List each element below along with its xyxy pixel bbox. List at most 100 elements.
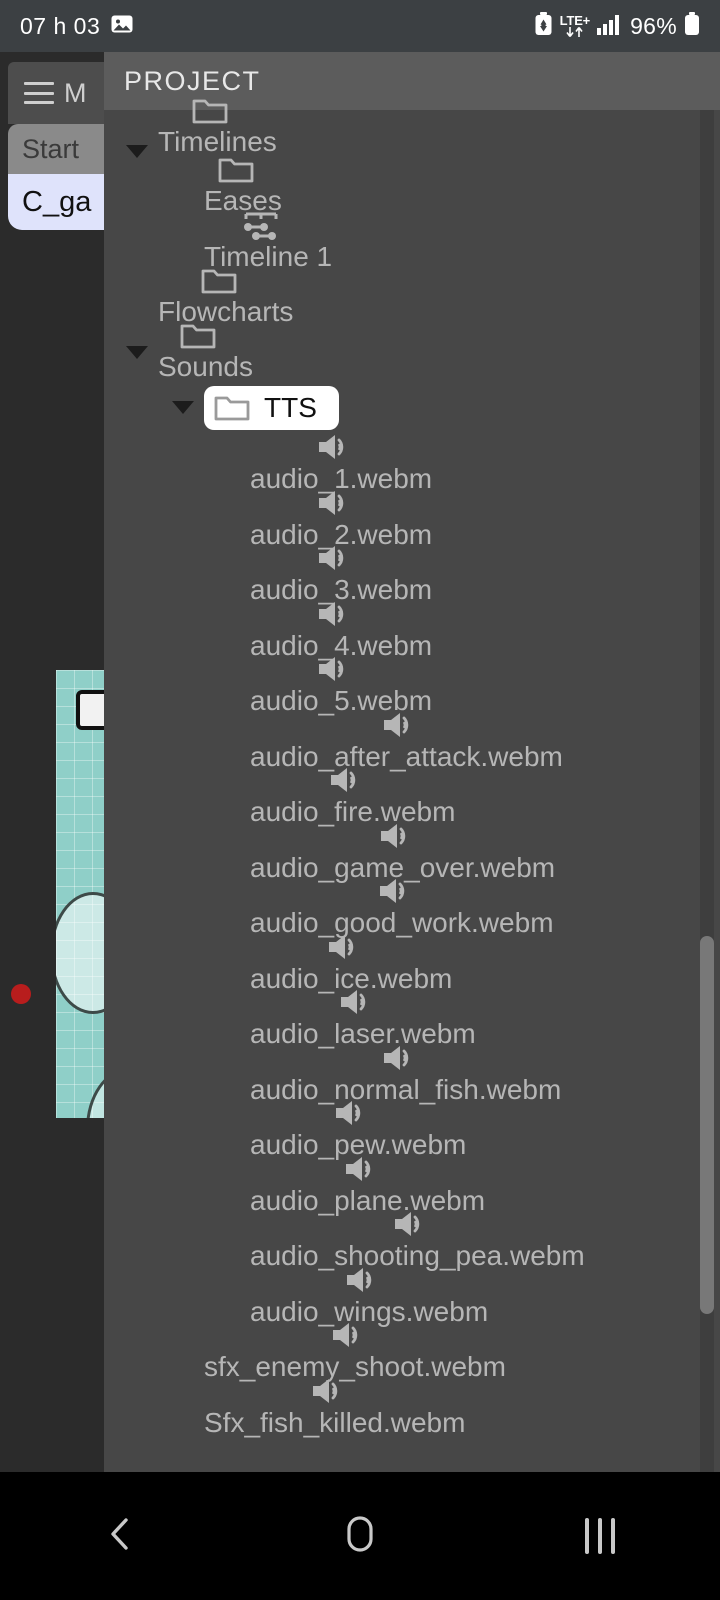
speaker-icon [204,1375,451,1407]
tree-item-content: audio_shooting_pea.webm [250,1208,585,1272]
status-bar: 07 h 03 LTE+ 96% [0,0,720,52]
hamburger-menu-icon[interactable] [24,82,54,104]
tree-item-content: audio_4.webm [250,598,432,662]
speaker-icon [250,487,418,519]
tree-item[interactable]: Timelines [104,99,700,158]
speaker-icon [250,764,441,796]
back-icon [103,1514,137,1559]
tree-item[interactable]: Timeline 1 [104,212,700,271]
speaker-icon [250,1264,474,1296]
tree-item-content: audio_5.webm [250,653,432,717]
tree-item[interactable]: audio_ice.webm [104,934,700,992]
tree-item-content: audio_plane.webm [250,1153,485,1217]
tree-item-content: audio_after_attack.webm [250,709,563,773]
canvas-preview[interactable] [56,670,104,1118]
tree-item-content: Flowcharts [158,266,293,328]
speaker-icon [250,820,541,852]
sticky-note-icon [76,690,104,730]
tab-start[interactable]: Start [8,124,104,174]
tree-item-content: audio_game_over.webm [250,820,555,884]
tree-item-content: audio_1.webm [250,431,432,495]
status-bar-left: 07 h 03 [20,12,134,41]
tree-item-content: Sfx_fish_killed.webm [204,1375,465,1439]
canvas-ellipse-2 [86,1068,104,1118]
screen: 07 h 03 LTE+ 96% M Start C_ga PROJECT Ti… [0,0,720,1600]
tree-item-content: Timeline 1 [204,209,332,273]
canvas-ellipse-1 [56,892,104,1014]
tree-item[interactable]: audio_laser.webm [104,990,700,1048]
tree-item-content: audio_3.webm [250,542,432,606]
tree-item-content: audio_pew.webm [250,1097,466,1161]
data-transfer-icon [566,27,583,37]
tree-item[interactable]: audio_pew.webm [104,1101,700,1159]
tree-item[interactable]: audio_good_work.webm [104,879,700,937]
tree-item[interactable]: audio_shooting_pea.webm [104,1212,700,1270]
vertical-scrollbar-track[interactable] [700,110,714,1472]
recents-button[interactable] [480,1518,720,1554]
chevron-down-icon[interactable] [126,345,148,359]
tree-item[interactable]: audio_normal_fish.webm [104,1045,700,1103]
battery-full-icon [684,11,700,41]
chevron-down-icon[interactable] [126,145,148,158]
android-nav-bar [0,1472,720,1600]
tab-c-game-label: C_ga [22,185,92,218]
tree-item-content: Timelines [158,96,277,158]
tree-item[interactable]: Sfx_fish_killed.webm [104,1378,700,1436]
tree-item-content: sfx_enemy_shoot.webm [204,1319,506,1383]
status-clock: 07 h 03 [20,12,101,39]
home-button[interactable] [240,1512,480,1561]
tree-item-content: TTS [204,385,339,430]
folder-icon [204,155,268,185]
network-type-icon: LTE+ [560,14,590,38]
speaker-icon [250,1097,452,1129]
speaker-icon [250,709,549,741]
tree-item-content: audio_ice.webm [250,931,452,995]
battery-saver-icon [534,11,553,41]
speaker-icon [250,875,540,907]
left-app-column: M Start C_ga [0,52,104,1472]
chevron-down-icon[interactable] [172,401,194,415]
tab-start-label: Start [22,133,80,164]
signal-bars-icon [597,13,623,40]
speaker-icon [250,986,462,1018]
tree-item[interactable]: audio_fire.webm [104,768,700,826]
speaker-icon [250,653,418,685]
vertical-scrollbar-thumb[interactable] [700,936,714,1314]
tree-item[interactable]: audio_plane.webm [104,1156,700,1214]
tree-item[interactable]: audio_3.webm [104,546,700,604]
recents-icon [585,1518,615,1554]
home-icon [340,1512,380,1561]
tree-item[interactable]: Sounds [104,324,700,383]
tree-item[interactable]: Flowcharts [104,269,700,325]
record-dot[interactable] [11,984,31,1004]
folder-icon [158,321,239,351]
tree-item[interactable]: audio_1.webm [104,435,700,493]
tree-item-content: audio_wings.webm [250,1264,488,1328]
tree-item[interactable]: audio_2.webm [104,490,700,548]
tree-item[interactable]: audio_5.webm [104,657,700,715]
project-tree: Timelines Eases Timeline 1 Flowcharts Sounds… [104,99,700,1436]
tree-item-content: audio_2.webm [250,487,432,551]
speaker-icon [250,931,438,963]
tree-item-content: audio_laser.webm [250,986,476,1050]
tree-item[interactable]: Eases [104,158,700,214]
battery-percent: 96% [630,12,677,39]
tree-item-label: Timelines [158,126,277,157]
tree-item[interactable]: TTS [104,380,700,436]
tree-item[interactable]: audio_wings.webm [104,1267,700,1325]
tree-item[interactable]: audio_game_over.webm [104,823,700,881]
back-button[interactable] [0,1514,240,1559]
tree-item-content: audio_normal_fish.webm [250,1042,561,1106]
tree-item[interactable]: sfx_enemy_shoot.webm [104,1323,700,1381]
folder-icon [214,393,250,423]
tree-item[interactable]: audio_after_attack.webm [104,712,700,770]
app-toolbar: M [8,62,104,124]
status-bar-right: LTE+ 96% [534,11,700,41]
app-menu-label: M [64,77,87,108]
tree-item-label: Sfx_fish_killed.webm [204,1406,466,1438]
tab-c-game[interactable]: C_ga [8,174,104,230]
tree-item-label: Sounds [158,351,253,383]
tree-item[interactable]: audio_4.webm [104,601,700,659]
timeline-icon [204,209,318,241]
speaker-icon [250,598,418,630]
